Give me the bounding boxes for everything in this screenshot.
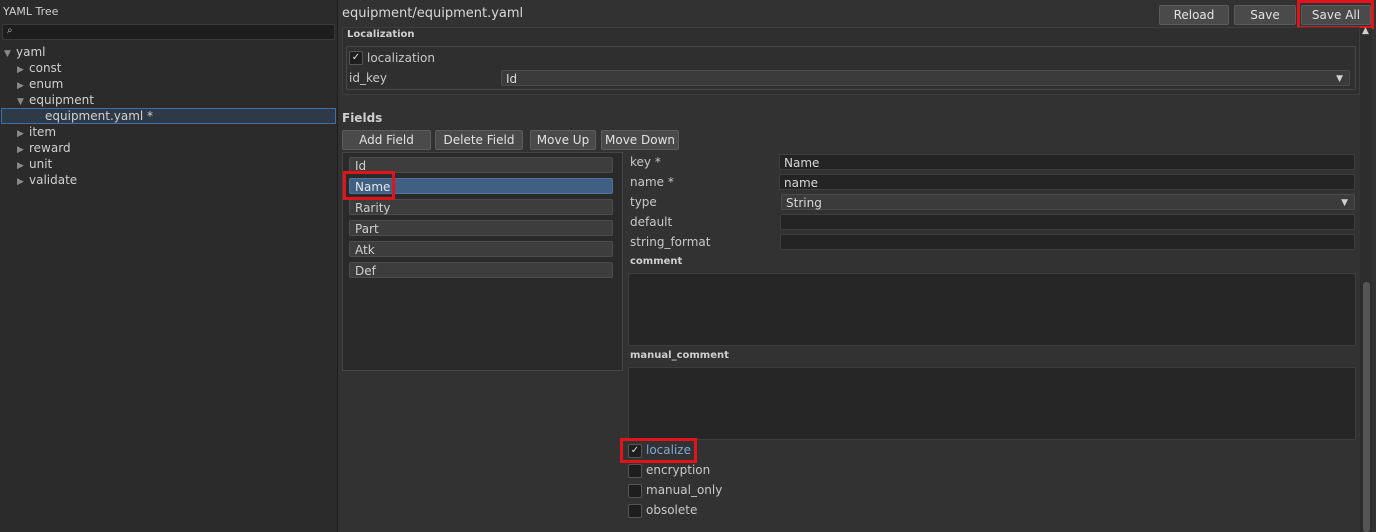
localization-group-title: Localization xyxy=(347,29,415,40)
tree-node-label: enum xyxy=(29,77,64,91)
tree-node-label: reward xyxy=(29,141,71,155)
tree-node-yaml[interactable]: ▼ yaml xyxy=(4,44,45,60)
move-up-button[interactable]: Move Up xyxy=(530,130,596,150)
search-icon: ⌕ xyxy=(7,25,13,36)
field-item-def[interactable]: Def xyxy=(349,262,613,278)
type-label: type xyxy=(630,195,657,209)
id-key-label: id_key xyxy=(349,71,387,85)
tree-node-equipment-yaml[interactable]: equipment.yaml * xyxy=(45,108,153,124)
tree-search-input[interactable]: ⌕ xyxy=(2,24,335,40)
move-down-button[interactable]: Move Down xyxy=(601,130,679,150)
yaml-tree-panel: YAML Tree ⌕ ▼ yaml ▶ const ▶ enum ▼ equipmen… xyxy=(0,0,338,532)
tree-node-item[interactable]: ▶ item xyxy=(17,124,56,140)
comment-textarea[interactable] xyxy=(628,273,1356,346)
obsolete-checkbox[interactable] xyxy=(628,504,642,518)
expanded-arrow-icon[interactable]: ▼ xyxy=(17,94,29,110)
save-all-highlight xyxy=(1297,0,1374,29)
tree-node-equipment[interactable]: ▼ equipment xyxy=(17,92,94,108)
manual-only-checkbox[interactable] xyxy=(628,484,642,498)
default-input[interactable] xyxy=(780,214,1355,230)
check-icon: ✓ xyxy=(351,52,361,63)
type-value: String xyxy=(786,196,822,210)
tree-node-unit[interactable]: ▶ unit xyxy=(17,156,52,172)
collapsed-arrow-icon[interactable]: ▶ xyxy=(17,174,29,190)
localization-checkbox[interactable]: ✓ xyxy=(349,51,363,65)
dropdown-arrow-icon: ▼ xyxy=(1341,198,1348,208)
scrollbar-thumb[interactable] xyxy=(1363,282,1370,532)
type-select[interactable]: String ▼ xyxy=(781,194,1355,210)
panel-title: YAML Tree xyxy=(3,5,59,18)
encryption-label: encryption xyxy=(646,463,711,477)
file-path-title: equipment/equipment.yaml xyxy=(342,6,524,21)
localize-highlight xyxy=(620,438,697,463)
tree-node-label: validate xyxy=(29,173,78,187)
save-button[interactable]: Save xyxy=(1234,5,1296,25)
field-item-rarity[interactable]: Rarity xyxy=(349,199,613,215)
expanded-arrow-icon[interactable]: ▼ xyxy=(4,46,16,62)
manual-comment-label: manual_comment xyxy=(630,350,729,361)
string-format-input[interactable] xyxy=(780,234,1355,250)
encryption-checkbox[interactable] xyxy=(628,464,642,478)
localization-checkbox-label: localization xyxy=(367,51,435,65)
tree-node-label: yaml xyxy=(16,45,46,59)
tree-node-label: equipment xyxy=(29,93,94,107)
reload-button[interactable]: Reload xyxy=(1159,5,1229,25)
name-input[interactable]: name xyxy=(779,174,1355,190)
tree-node-enum[interactable]: ▶ enum xyxy=(17,76,63,92)
id-key-value: Id xyxy=(506,72,518,86)
tree-node-reward[interactable]: ▶ reward xyxy=(17,140,71,156)
key-input[interactable]: Name xyxy=(779,154,1355,170)
delete-field-button[interactable]: Delete Field xyxy=(435,130,523,150)
field-item-atk[interactable]: Atk xyxy=(349,241,613,257)
tree-node-label: equipment.yaml * xyxy=(45,109,154,123)
manual-only-label: manual_only xyxy=(646,483,723,497)
key-label: key * xyxy=(630,155,661,169)
manual-comment-textarea[interactable] xyxy=(628,367,1356,440)
name-label: name * xyxy=(630,175,674,189)
tree-node-validate[interactable]: ▶ validate xyxy=(17,172,77,188)
string-format-label: string_format xyxy=(630,235,711,249)
name-item-highlight xyxy=(343,171,395,200)
field-item-part[interactable]: Part xyxy=(349,220,613,236)
tree-node-label: item xyxy=(29,125,57,139)
dropdown-arrow-icon: ▼ xyxy=(1336,74,1343,84)
tree-node-const[interactable]: ▶ const xyxy=(17,60,62,76)
id-key-select[interactable]: Id ▼ xyxy=(501,70,1350,86)
tree-node-label: unit xyxy=(29,157,53,171)
obsolete-label: obsolete xyxy=(646,503,698,517)
default-label: default xyxy=(630,215,673,229)
fields-title: Fields xyxy=(342,111,383,125)
add-field-button[interactable]: Add Field xyxy=(342,130,431,150)
tree-node-label: const xyxy=(29,61,62,75)
comment-label: comment xyxy=(630,256,683,267)
scroll-up-arrow-icon[interactable]: ▲ xyxy=(1362,26,1369,36)
